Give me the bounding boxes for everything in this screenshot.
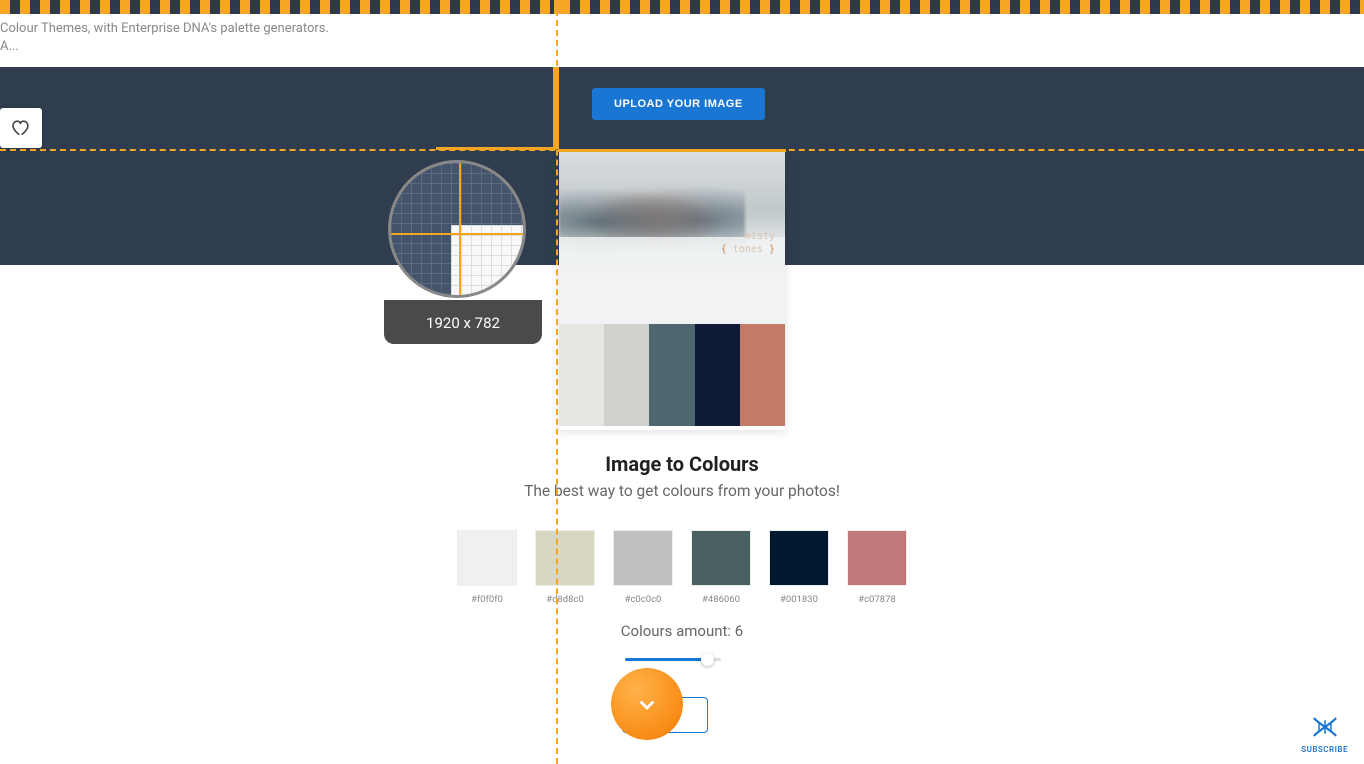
swatch-item[interactable]: #c07878 [847,530,907,605]
overlay-line1: misty [721,230,775,243]
magnifier-dimensions-label: 1920 x 782 [384,300,542,344]
pixel-magnifier: 1920 x 782 [388,160,538,350]
swatch-color [769,530,829,586]
preview-palette-strip [559,324,785,426]
amount-slider[interactable] [625,655,717,665]
header-description: Colour Themes, with Enterprise DNA's pal… [0,20,329,56]
swatch-item[interactable]: #f0f0f0 [457,530,517,605]
swatch-color [691,530,751,586]
heart-icon [11,118,31,138]
swatch-color [847,530,907,586]
swatch-item[interactable]: #486060 [691,530,751,605]
upload-your-image-button[interactable]: UPLOAD YOUR IMAGE [592,88,765,120]
preview-swatch [649,324,694,426]
swatch-hex: #c07878 [847,594,907,605]
preview-swatch [695,324,740,426]
swatch-color [535,530,595,586]
slider-thumb[interactable] [701,653,714,666]
swatch-hex: #f0f0f0 [457,594,517,605]
overlay-line2: { tones } [721,243,775,256]
swatch-item[interactable]: #c0c0c0 [613,530,673,605]
swatch-hex: #c0c0c0 [613,594,673,605]
favorite-button[interactable] [0,108,42,148]
page-title: Image to Colours [0,452,1364,476]
preview-overlay-text: misty { tones } [721,230,775,256]
image-preview-card: misty { tones } [559,152,785,430]
magnifier-grid-light [451,225,523,295]
subscribe-badge[interactable]: SUBSCRIBE [1301,714,1348,754]
extracted-swatch-row: #f0f0f0 #d8d8c0 #c0c0c0 #486060 #001830 … [0,530,1364,605]
swatch-hex: #001830 [769,594,829,605]
arrow-down-icon [631,688,663,720]
header-line2: A... [0,38,329,56]
colours-amount-label: Colours amount: 6 [0,622,1364,640]
dna-icon [1310,714,1340,740]
swatch-item[interactable]: #d8d8c0 [535,530,595,605]
magnifier-crosshair-h [391,233,523,235]
magnifier-lens [388,160,526,298]
header-line1: Colour Themes, with Enterprise DNA's pal… [0,20,329,38]
magnifier-crosshair-v [459,163,461,295]
preview-swatch [604,324,649,426]
swatch-hex: #486060 [691,594,751,605]
swatch-color [457,530,517,586]
ruler-notch [554,0,560,14]
swatch-color [613,530,673,586]
colours-amount-value: 6 [735,622,743,640]
horizontal-guide-solid-left [436,147,556,150]
horizontal-guide-solid-right [558,149,786,152]
page-subtitle: The best way to get colours from your ph… [0,482,1364,500]
subscribe-label: SUBSCRIBE [1301,745,1348,754]
download-circle-button[interactable] [611,668,683,740]
vertical-guide-solid-top [553,67,559,149]
measurement-ruler-top [0,0,1364,14]
preview-swatch [559,324,604,426]
preview-image: misty { tones } [559,152,785,324]
swatch-item[interactable]: #001830 [769,530,829,605]
preview-swatch [740,324,785,426]
swatch-hex: #d8d8c0 [535,594,595,605]
title-block: Image to Colours The best way to get col… [0,452,1364,500]
